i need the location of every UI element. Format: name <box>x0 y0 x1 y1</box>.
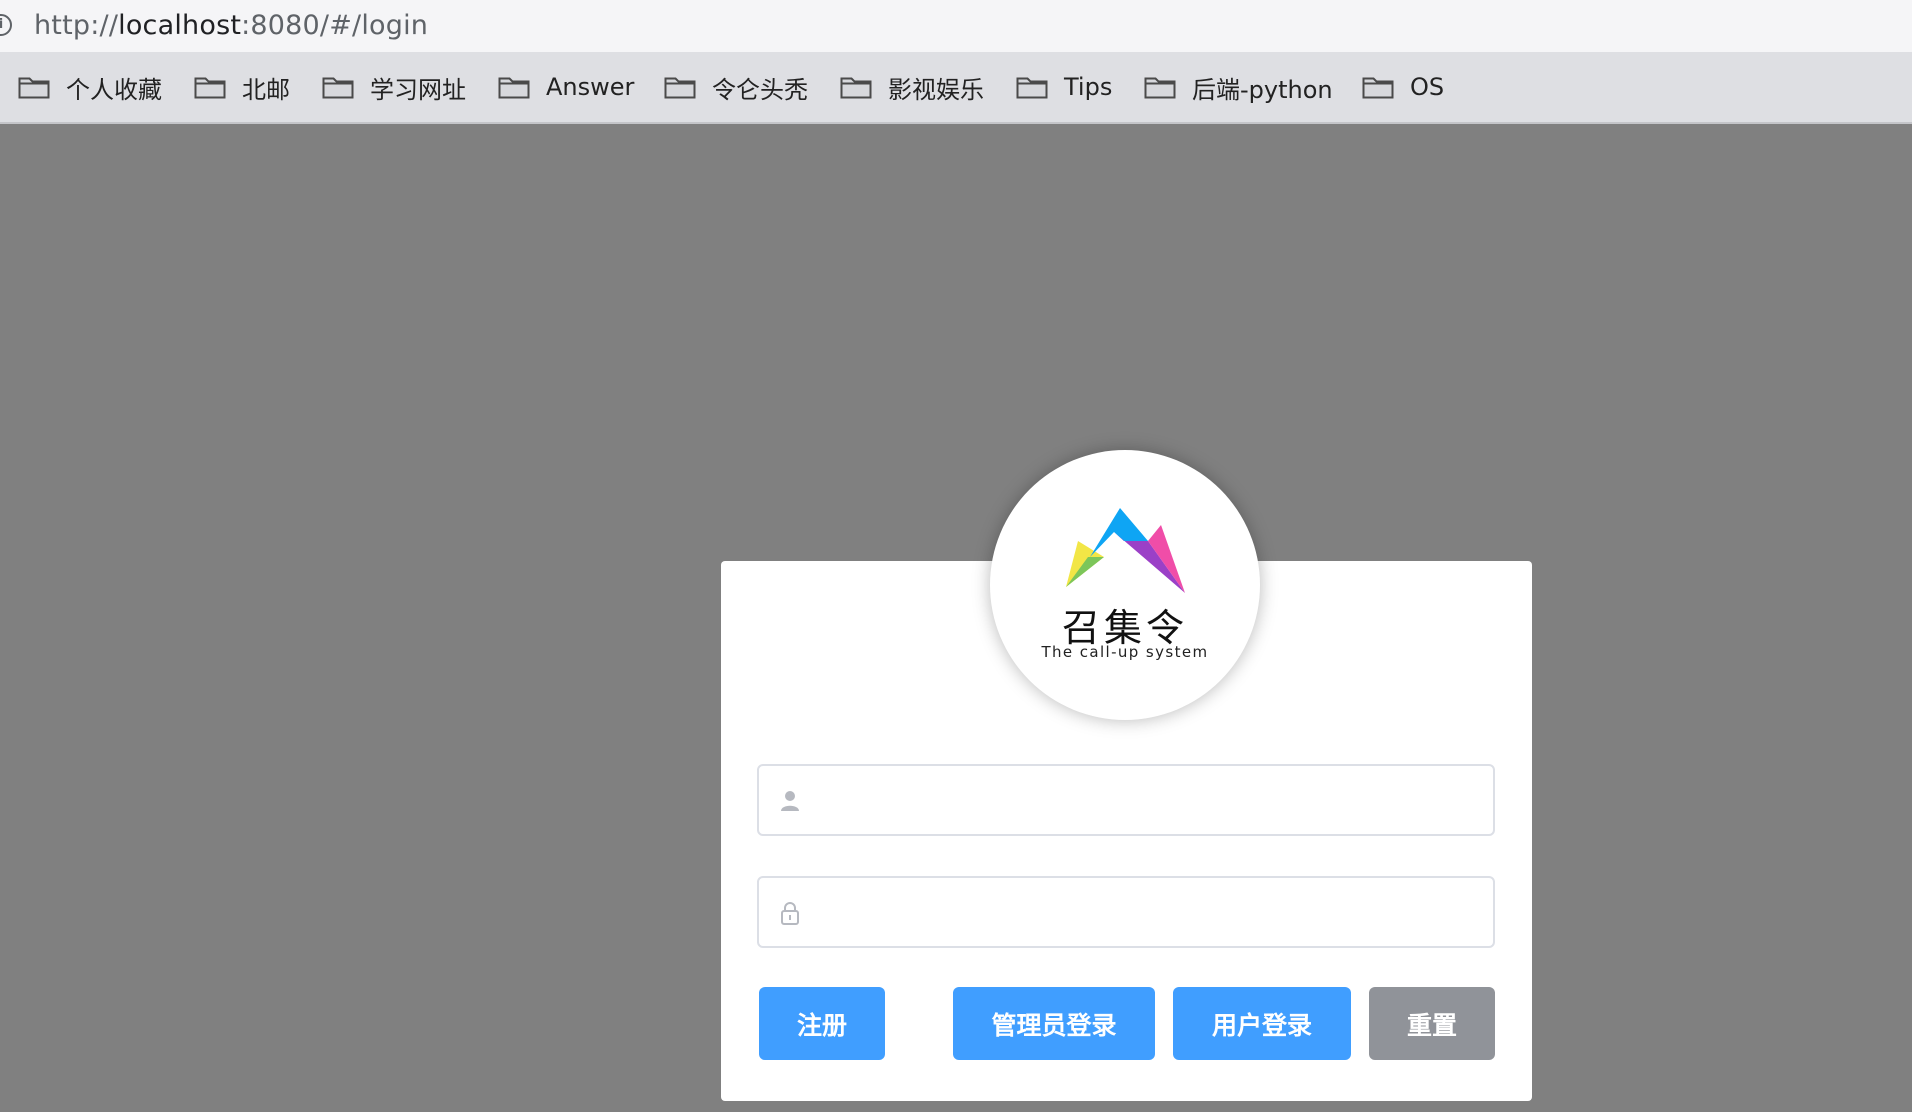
bookmark-item[interactable]: Answer <box>498 52 634 122</box>
bookmark-item[interactable]: 令仑头秃 <box>664 52 808 122</box>
password-input[interactable] <box>815 878 1479 948</box>
bookmark-item[interactable]: 个人收藏 <box>18 52 162 122</box>
bookmark-label: Tips <box>1064 73 1113 101</box>
lock-icon <box>781 902 799 925</box>
bookmark-label: 个人收藏 <box>66 75 162 104</box>
bookmark-label: 后端-python <box>1192 75 1333 104</box>
url-path: :8080/#/login <box>241 10 429 41</box>
address-bar[interactable]: i http://localhost:8080/#/login <box>0 0 1912 52</box>
bookmark-item[interactable]: 北邮 <box>194 52 290 122</box>
user-login-button[interactable]: 用户登录 <box>1173 987 1351 1060</box>
bookmarks-bar: 个人收藏 北邮 学习网址 Answer 令仑头秃 影视娱乐 Tips 后端-py… <box>0 52 1912 124</box>
username-input[interactable] <box>815 766 1479 836</box>
bookmark-label: 学习网址 <box>370 75 466 104</box>
bookmark-item[interactable]: 学习网址 <box>322 52 466 122</box>
folder-icon <box>1362 77 1394 99</box>
folder-icon <box>840 77 872 99</box>
url-text[interactable]: http://localhost:8080/#/login <box>34 10 428 41</box>
admin-login-button[interactable]: 管理员登录 <box>953 987 1155 1060</box>
bookmark-item[interactable]: 后端-python <box>1144 52 1333 122</box>
user-icon <box>781 791 799 811</box>
logo-avatar: 召集令 The call-up system <box>990 450 1260 720</box>
folder-icon <box>498 77 530 99</box>
register-button[interactable]: 注册 <box>759 987 885 1060</box>
folder-icon <box>18 77 50 99</box>
info-icon[interactable]: i <box>0 14 12 36</box>
bookmark-item[interactable]: OS <box>1362 52 1444 122</box>
bookmark-label: 北邮 <box>242 75 290 104</box>
url-host: localhost <box>118 10 242 41</box>
logo-mountain-icon <box>1066 508 1185 593</box>
url-scheme: http:// <box>34 10 119 41</box>
password-field[interactable] <box>757 876 1495 948</box>
bookmark-label: OS <box>1410 73 1445 101</box>
folder-icon <box>194 77 226 99</box>
bookmark-label: 令仑头秃 <box>712 75 808 104</box>
logo-subtitle: The call-up system <box>1041 643 1209 661</box>
bookmark-label: Answer <box>546 73 635 101</box>
username-field[interactable] <box>757 764 1495 836</box>
folder-icon <box>664 77 696 99</box>
bookmark-label: 影视娱乐 <box>888 75 984 104</box>
folder-icon <box>1016 77 1048 99</box>
folder-icon <box>322 77 354 99</box>
folder-icon <box>1144 77 1176 99</box>
reset-button[interactable]: 重置 <box>1369 987 1495 1060</box>
bookmark-item[interactable]: 影视娱乐 <box>840 52 984 122</box>
bookmark-item[interactable]: Tips <box>1016 52 1112 122</box>
